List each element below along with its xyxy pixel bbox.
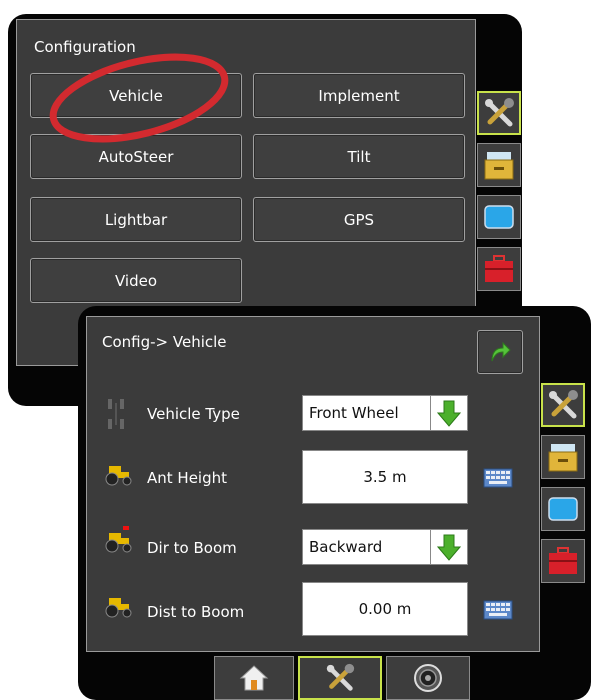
screen-icon — [548, 497, 578, 521]
gps-button[interactable]: GPS — [253, 197, 465, 242]
tab-tools[interactable] — [477, 91, 521, 135]
video-button[interactable]: Video — [30, 258, 242, 303]
tab-toolbox[interactable] — [541, 539, 585, 583]
tab-tools[interactable] — [541, 383, 585, 427]
tab-toolbox[interactable] — [477, 247, 521, 291]
down-arrow-icon — [437, 400, 461, 427]
dist-to-boom-icon — [105, 598, 132, 618]
vehicle-panel: Config-> Vehicle Vehicle Type Front Whee… — [86, 316, 540, 652]
vehicle-screen: Config-> Vehicle Vehicle Type Front Whee… — [78, 306, 591, 700]
dir-to-boom-value: Backward — [309, 538, 383, 556]
drawer-icon — [548, 444, 578, 472]
home-button[interactable] — [214, 656, 294, 700]
tab-data[interactable] — [541, 435, 585, 479]
dir-to-boom-dropdown[interactable] — [430, 529, 468, 565]
vehicle-type-icon — [108, 399, 124, 429]
home-icon — [239, 665, 269, 691]
vehicle-type-value: Front Wheel — [309, 404, 399, 422]
ant-height-label: Ant Height — [147, 469, 228, 487]
vehicle-type-dropdown[interactable] — [430, 395, 468, 431]
toolbox-icon — [485, 255, 513, 282]
tools-icon — [485, 98, 514, 127]
vehicle-type-select[interactable]: Front Wheel — [302, 395, 432, 431]
tab-display[interactable] — [477, 195, 521, 239]
keyboard-icon — [483, 600, 513, 620]
ant-height-field[interactable]: 3.5 m — [302, 450, 468, 504]
tools-icon — [549, 390, 578, 419]
tractor-icon — [105, 466, 132, 486]
back-button[interactable] — [477, 330, 523, 374]
down-arrow-icon — [437, 534, 461, 561]
dist-to-boom-field[interactable]: 0.00 m — [302, 582, 468, 636]
vehicle-screen-title: Config-> Vehicle — [102, 333, 227, 351]
tools-nav-button[interactable] — [298, 656, 382, 700]
dist-to-boom-keyboard-button[interactable] — [483, 599, 513, 621]
tab-display[interactable] — [541, 487, 585, 531]
keyboard-icon — [483, 468, 513, 488]
tilt-button[interactable]: Tilt — [253, 134, 465, 179]
dir-to-boom-select[interactable]: Backward — [302, 529, 432, 565]
tools-icon — [326, 663, 355, 691]
dir-to-boom-icon — [105, 526, 132, 553]
drawer-icon — [484, 152, 514, 180]
tab-data[interactable] — [477, 143, 521, 187]
share-arrow-icon — [491, 341, 511, 362]
implement-button[interactable]: Implement — [253, 73, 465, 118]
screen-icon — [484, 205, 514, 229]
dist-to-boom-value: 0.00 m — [358, 600, 412, 618]
gauge-icon — [414, 664, 442, 692]
toolbox-icon — [549, 547, 577, 574]
ant-height-value: 3.5 m — [363, 468, 407, 486]
dist-to-boom-label: Dist to Boom — [147, 603, 245, 621]
dir-to-boom-label: Dir to Boom — [147, 539, 237, 557]
highlight-ellipse — [49, 53, 229, 143]
ant-height-keyboard-button[interactable] — [483, 467, 513, 489]
vehicle-type-label: Vehicle Type — [147, 405, 240, 423]
gauge-nav-button[interactable] — [386, 656, 470, 700]
lightbar-button[interactable]: Lightbar — [30, 197, 242, 242]
